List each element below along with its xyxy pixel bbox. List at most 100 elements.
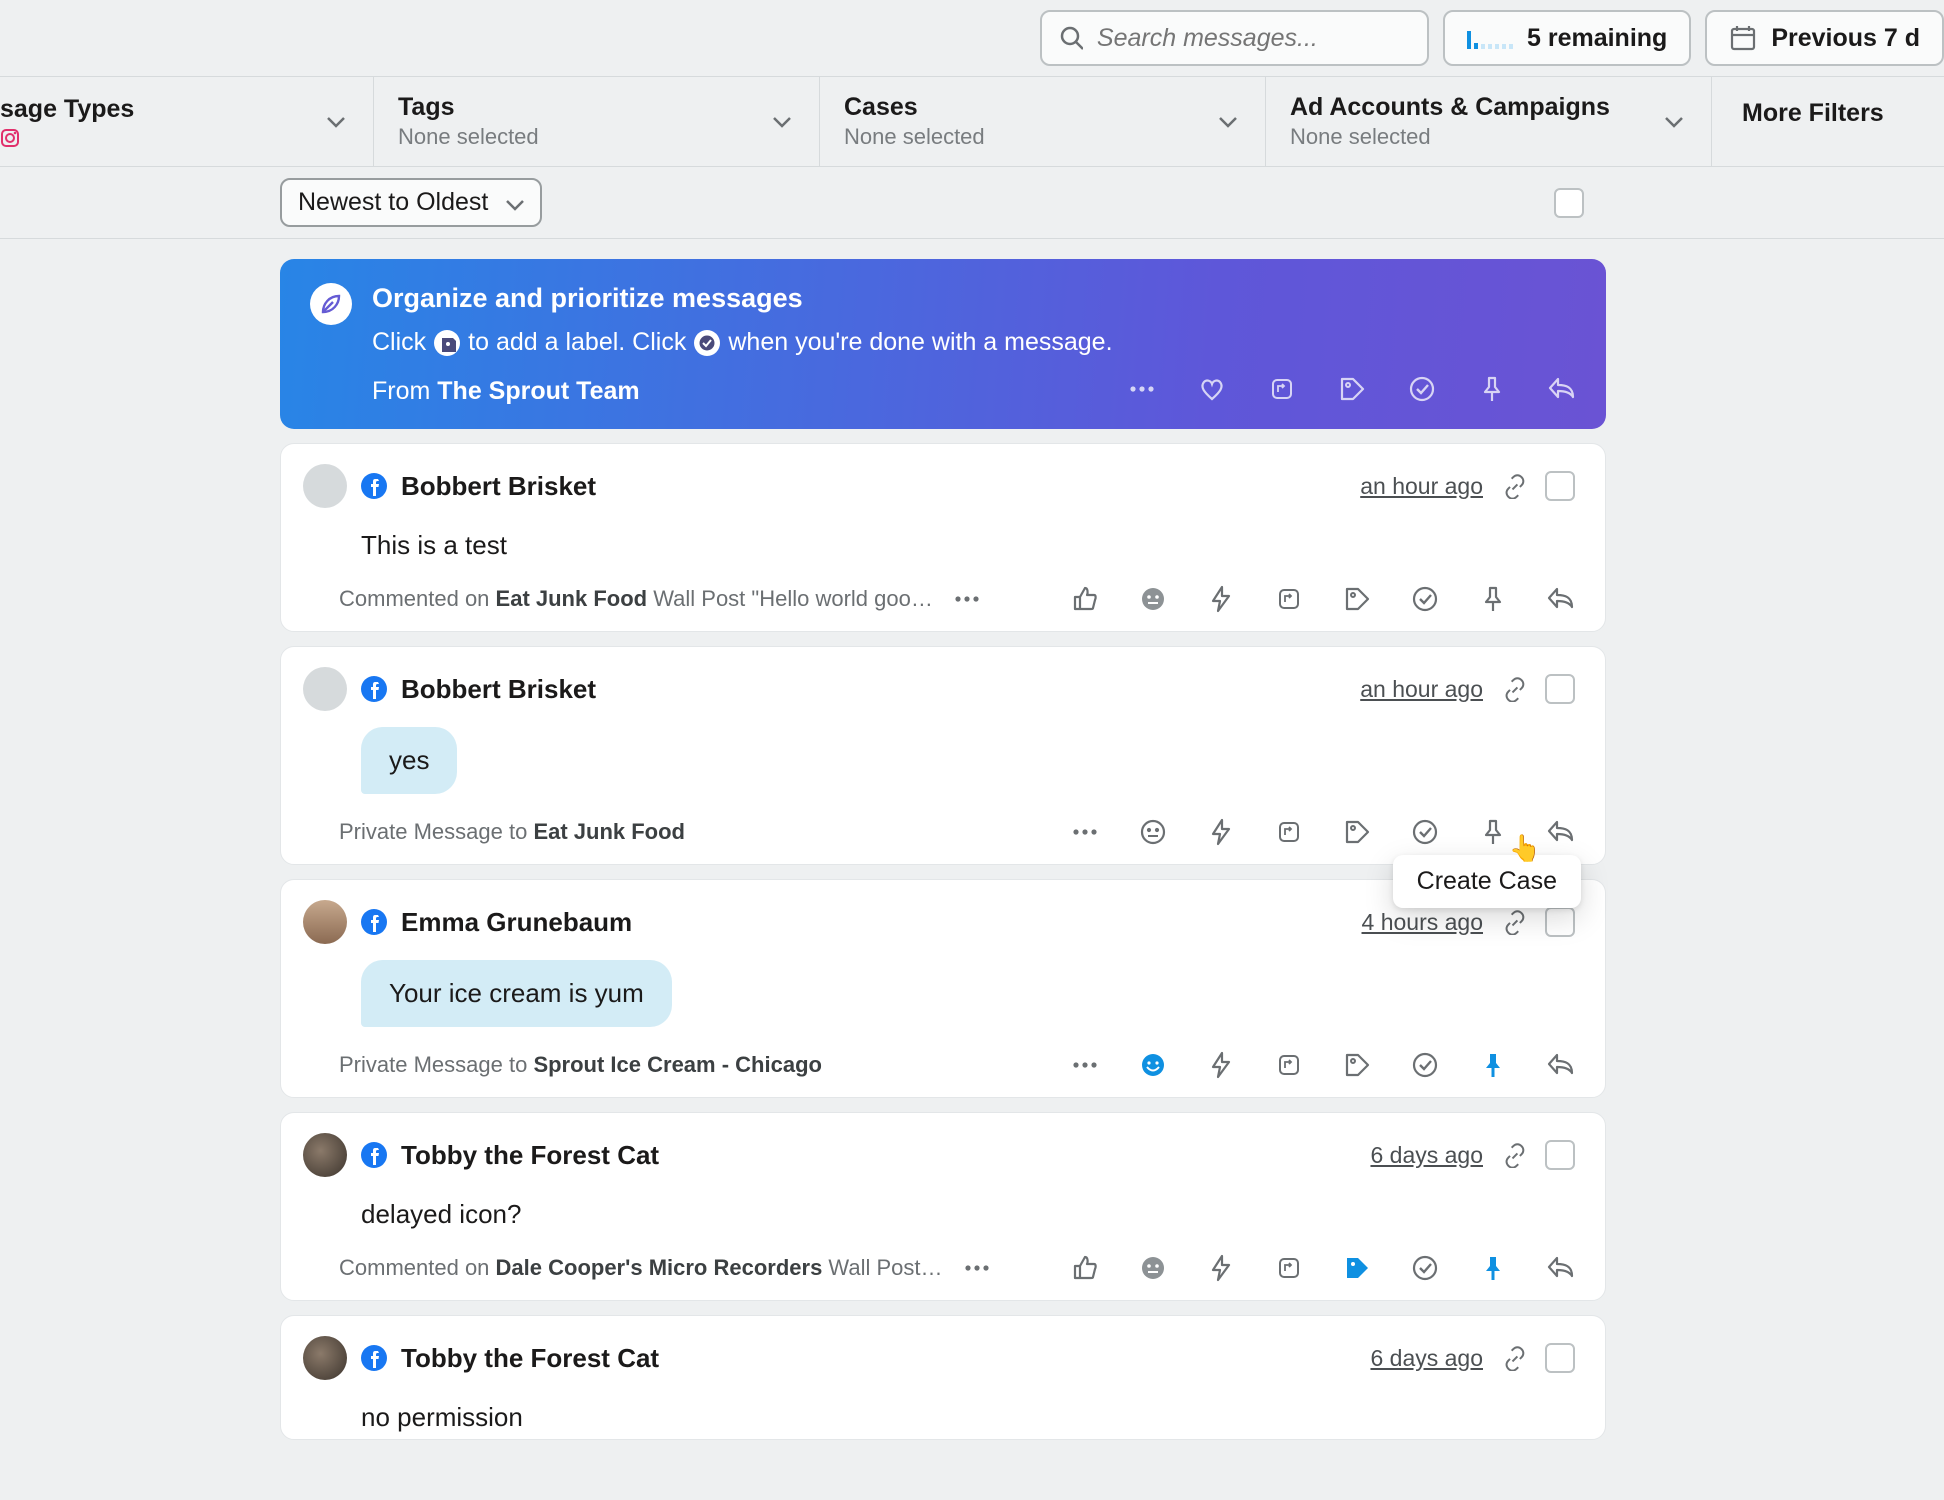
complete-icon[interactable]: [1411, 818, 1439, 846]
more-filters[interactable]: More Filters: [1712, 77, 1914, 166]
pin-icon[interactable]: [1479, 1051, 1507, 1079]
repost-icon[interactable]: [1268, 375, 1296, 403]
tag-icon[interactable]: [1343, 585, 1371, 613]
bolt-icon[interactable]: [1207, 1051, 1235, 1079]
message-context: Private Message to Sprout Ice Cream - Ch…: [339, 1052, 822, 1078]
message-body: This is a test: [361, 530, 1575, 561]
facebook-icon: [361, 1142, 387, 1168]
author-name[interactable]: Bobbert Brisket: [401, 674, 596, 705]
search-box[interactable]: [1040, 10, 1429, 66]
message-feed: Organize and prioritize messages Click t…: [0, 239, 1606, 1440]
sentiment-icon[interactable]: [1139, 818, 1167, 846]
banner-tip: Click to add a label. Click when you're …: [372, 328, 1576, 357]
filter-message-types[interactable]: sage Types: [0, 77, 374, 166]
tag-icon[interactable]: [1343, 1051, 1371, 1079]
avatar[interactable]: [303, 1336, 347, 1380]
sentiment-icon[interactable]: [1139, 1254, 1167, 1282]
pin-icon[interactable]: [1479, 818, 1507, 846]
avatar[interactable]: [303, 464, 347, 508]
filter-label: Cases: [844, 93, 985, 122]
author-name[interactable]: Tobby the Forest Cat: [401, 1140, 659, 1171]
timestamp[interactable]: 6 days ago: [1370, 1142, 1483, 1169]
timestamp[interactable]: 4 hours ago: [1362, 909, 1483, 936]
pin-icon[interactable]: [1478, 375, 1506, 403]
select-checkbox[interactable]: [1545, 907, 1575, 937]
message-card: Tobby the Forest Cat 6 days ago no permi…: [280, 1315, 1606, 1440]
filter-sub: None selected: [1290, 124, 1610, 150]
permalink-icon[interactable]: [1501, 1345, 1527, 1371]
message-body: no permission: [361, 1402, 1575, 1433]
author-name[interactable]: Tobby the Forest Cat: [401, 1343, 659, 1374]
timestamp[interactable]: 6 days ago: [1370, 1345, 1483, 1372]
date-range-picker[interactable]: Previous 7 d: [1705, 10, 1944, 66]
usage-remaining[interactable]: 5 remaining: [1443, 10, 1691, 66]
feather-icon: [310, 283, 352, 325]
select-checkbox[interactable]: [1545, 674, 1575, 704]
avatar[interactable]: [303, 1133, 347, 1177]
bolt-icon[interactable]: [1207, 1254, 1235, 1282]
message-card: Tobby the Forest Cat 6 days ago delayed …: [280, 1112, 1606, 1301]
timestamp[interactable]: an hour ago: [1360, 473, 1483, 500]
filter-sub: None selected: [844, 124, 985, 150]
message-bubble: Your ice cream is yum: [361, 960, 672, 1027]
avatar[interactable]: [303, 900, 347, 944]
tip-banner: Organize and prioritize messages Click t…: [280, 259, 1606, 429]
heart-icon[interactable]: [1198, 375, 1226, 403]
bolt-icon[interactable]: [1207, 818, 1235, 846]
tag-icon[interactable]: [1343, 818, 1371, 846]
reply-icon[interactable]: [1547, 585, 1575, 613]
filter-label: sage Types: [0, 95, 134, 124]
repost-icon[interactable]: [1275, 1051, 1303, 1079]
message-card: Bobbert Brisket an hour ago yes Private …: [280, 646, 1606, 865]
select-checkbox[interactable]: [1545, 1343, 1575, 1373]
more-icon[interactable]: [1128, 375, 1156, 403]
complete-icon[interactable]: [1411, 1254, 1439, 1282]
filter-cases[interactable]: Cases None selected: [820, 77, 1266, 166]
instagram-icon: [0, 128, 20, 148]
banner-title: Organize and prioritize messages: [372, 283, 1576, 314]
tag-icon[interactable]: [1338, 375, 1366, 403]
select-all-checkbox[interactable]: [1554, 188, 1584, 218]
bolt-icon[interactable]: [1207, 585, 1235, 613]
complete-icon[interactable]: [1411, 585, 1439, 613]
search-icon: [1058, 24, 1083, 52]
like-icon[interactable]: [1071, 585, 1099, 613]
tag-icon[interactable]: [1343, 1254, 1371, 1282]
permalink-icon[interactable]: [1501, 1142, 1527, 1168]
pin-icon[interactable]: [1479, 1254, 1507, 1282]
permalink-icon[interactable]: [1501, 473, 1527, 499]
complete-icon[interactable]: [1408, 375, 1436, 403]
more-icon[interactable]: [1071, 1051, 1099, 1079]
more-icon[interactable]: [1071, 818, 1099, 846]
sentiment-icon[interactable]: [1139, 1051, 1167, 1079]
facebook-icon: [361, 473, 387, 499]
filter-tags[interactable]: Tags None selected: [374, 77, 820, 166]
like-icon[interactable]: [1071, 1254, 1099, 1282]
pin-icon[interactable]: [1479, 585, 1507, 613]
filter-ad-accounts[interactable]: Ad Accounts & Campaigns None selected: [1266, 77, 1712, 166]
facebook-icon: [361, 676, 387, 702]
reply-icon[interactable]: [1547, 818, 1575, 846]
select-checkbox[interactable]: [1545, 471, 1575, 501]
search-input[interactable]: [1097, 24, 1411, 53]
permalink-icon[interactable]: [1501, 909, 1527, 935]
repost-icon[interactable]: [1275, 818, 1303, 846]
select-checkbox[interactable]: [1545, 1140, 1575, 1170]
reply-icon[interactable]: [1547, 1051, 1575, 1079]
repost-icon[interactable]: [1275, 1254, 1303, 1282]
chevron-down-icon: [1661, 109, 1687, 135]
reply-icon[interactable]: [1548, 375, 1576, 403]
permalink-icon[interactable]: [1501, 676, 1527, 702]
sentiment-icon[interactable]: [1139, 585, 1167, 613]
avatar[interactable]: [303, 667, 347, 711]
repost-icon[interactable]: [1275, 585, 1303, 613]
reply-icon[interactable]: [1547, 1254, 1575, 1282]
complete-icon[interactable]: [1411, 1051, 1439, 1079]
sort-dropdown[interactable]: Newest to Oldest: [280, 178, 542, 227]
more-icon[interactable]: [963, 1254, 991, 1282]
more-icon[interactable]: [953, 585, 981, 613]
author-name[interactable]: Bobbert Brisket: [401, 471, 596, 502]
author-name[interactable]: Emma Grunebaum: [401, 907, 632, 938]
timestamp[interactable]: an hour ago: [1360, 676, 1483, 703]
chevron-down-icon: [769, 109, 795, 135]
